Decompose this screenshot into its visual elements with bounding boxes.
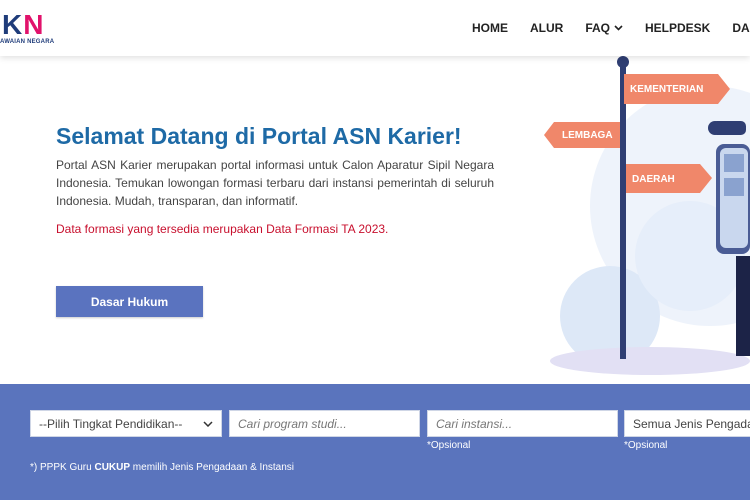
nav-item-dasar-hukum[interactable]: DASAR xyxy=(732,21,750,35)
sign-daerah: DAERAH xyxy=(632,174,675,185)
chevron-down-icon xyxy=(614,25,623,31)
nav-item-alur[interactable]: ALUR xyxy=(530,21,563,35)
nav-item-helpdesk[interactable]: HELPDESK xyxy=(645,21,710,35)
dasar-hukum-button[interactable]: Dasar Hukum xyxy=(56,286,203,317)
nav-item-faq[interactable]: FAQ xyxy=(585,21,623,35)
hero-section: Selamat Datang di Portal ASN Karier! Por… xyxy=(0,56,750,384)
sign-kementerian: KEMENTERIAN xyxy=(630,84,703,95)
institution-search-input[interactable]: Cari instansi... xyxy=(427,410,618,437)
search-footnote: *) PPPK Guru CUKUP memilih Jenis Pengada… xyxy=(30,462,295,473)
hero-description: Portal ASN Karier merupakan portal infor… xyxy=(56,158,494,208)
logo[interactable]: KN AWAIAN NEGARA xyxy=(0,10,60,50)
nav-menu: HOME ALUR FAQ HELPDESK DASAR xyxy=(472,0,750,56)
page-title: Selamat Datang di Portal ASN Karier! xyxy=(56,123,462,149)
education-level-select[interactable]: --Pilih Tingkat Pendidikan-- xyxy=(30,410,222,437)
procurement-type-select[interactable]: Semua Jenis Pengadaan xyxy=(624,410,750,437)
logo-mark: KN xyxy=(2,9,45,40)
signpost-illustration: KEMENTERIAN LEMBAGA DAERAH xyxy=(544,56,750,375)
chevron-down-icon xyxy=(203,420,213,427)
program-search-input[interactable]: Cari program studi... xyxy=(229,410,420,437)
top-navbar: KN AWAIAN NEGARA HOME ALUR FAQ HELPDESK … xyxy=(0,0,750,56)
logo-subtitle: AWAIAN NEGARA xyxy=(0,39,55,45)
procurement-optional-hint: *Opsional xyxy=(624,440,668,451)
hero-note: Data formasi yang tersedia merupakan Dat… xyxy=(56,222,389,236)
institution-optional-hint: *Opsional xyxy=(427,440,471,451)
nav-item-home[interactable]: HOME xyxy=(472,21,508,35)
search-panel: --Pilih Tingkat Pendidikan-- Cari progra… xyxy=(0,384,750,500)
sign-lembaga: LEMBAGA xyxy=(562,130,613,141)
